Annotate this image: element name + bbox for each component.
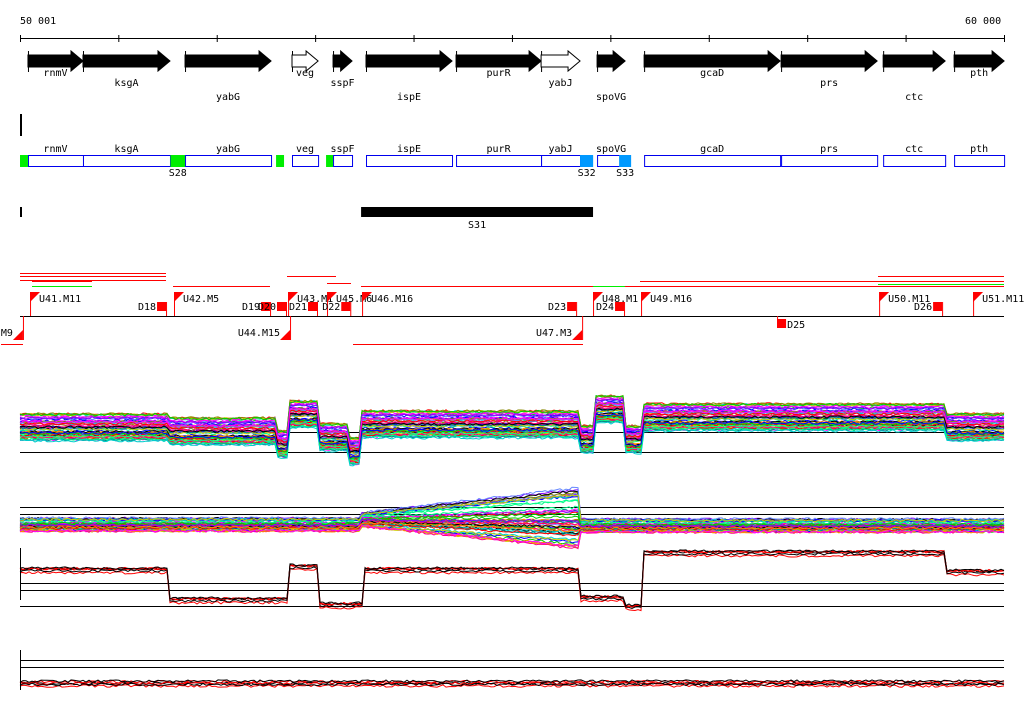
gene-label: rnmV	[43, 68, 67, 79]
gene-arrow-yabJ	[540, 49, 581, 73]
break-label: D25	[787, 320, 805, 331]
gene-box-sspF	[333, 155, 354, 167]
signal-label: S32	[578, 168, 596, 179]
signal-label: S33	[616, 168, 634, 179]
break-label: D24	[596, 302, 614, 313]
gene-box-label: purR	[487, 144, 512, 155]
gene-label: purR	[487, 68, 512, 79]
break-marker	[277, 302, 287, 311]
gene-arrow-track: rnmV ksgA yabG veg sspF ispE purR yabJ spoVG gcaD…	[27, 49, 1005, 103]
gene-arrow-spoVG	[596, 49, 626, 73]
gene-box-prs	[781, 155, 879, 167]
down-flag-label: U47.M3	[536, 328, 572, 339]
gene-arrow-prs	[780, 49, 878, 73]
break-label: D23	[548, 302, 566, 313]
gene-arrow-ksgA	[82, 49, 171, 73]
genome-browser-view[interactable]: 50 001 60 000 rnmV ksgA yabG veg sspF ispE pur…	[0, 0, 1024, 714]
up-flag-label: U51.M11	[982, 294, 1024, 305]
segment-marker	[20, 207, 22, 217]
down-flag-label: U44.M15	[238, 328, 280, 339]
gene-box-veg	[292, 155, 320, 167]
signal-box	[276, 155, 285, 167]
profile-line	[19, 552, 1005, 610]
up-flag-label: U41.M11	[39, 294, 81, 305]
segment-label: S31	[468, 220, 486, 231]
signal-box	[580, 155, 594, 167]
ruler-start-label: 50 001	[20, 16, 56, 27]
break-label: D18	[138, 302, 156, 313]
gene-box-ispE	[366, 155, 454, 167]
expression-profile-plots	[19, 394, 1005, 690]
gene-box-label: gcaD	[700, 144, 724, 155]
down-flag-icon	[280, 330, 291, 340]
gene-box-label: ctc	[905, 144, 923, 155]
gene-box-label: spoVG	[596, 144, 626, 155]
gene-label: yabJ	[549, 78, 573, 89]
break-marker	[933, 302, 943, 311]
gene-label: pth	[970, 68, 988, 79]
gene-box-rnmV	[27, 155, 84, 167]
gene-label: ispE	[397, 92, 421, 103]
gene-box-label: ksgA	[114, 144, 138, 155]
gene-box-label: yabG	[216, 144, 240, 155]
gene-box-track: rnmV ksgA yabG veg sspF ispE purR yabJ spoVG gcaD…	[20, 144, 1006, 179]
gene-label: yabG	[216, 92, 240, 103]
segment-bar	[361, 207, 594, 217]
position-ruler: 50 001 60 000	[20, 16, 1005, 42]
up-flag-label: U42.M5	[183, 294, 219, 305]
signal-box	[20, 155, 28, 167]
down-flag-icon	[12, 330, 23, 340]
break-marker	[615, 302, 625, 311]
signal-box	[170, 155, 186, 167]
signal-box	[326, 155, 334, 167]
down-flag-icon	[572, 330, 583, 340]
gene-box-pth	[954, 155, 1006, 167]
gene-box-purR	[456, 155, 543, 167]
gene-label: ksgA	[114, 78, 138, 89]
gene-label: gcaD	[700, 68, 724, 79]
gene-box-label: prs	[820, 144, 838, 155]
track-marker	[20, 114, 22, 136]
gene-label: sspF	[330, 78, 354, 89]
gene-box-ctc	[883, 155, 947, 167]
gene-label: veg	[296, 68, 314, 79]
break-marker	[777, 319, 787, 328]
gene-box-label: ispE	[397, 144, 421, 155]
feature-flag-track: U41.M11 U42.M5 U43.M1 U45.M6U46.M16 U48.M1 U4…	[1, 273, 1024, 345]
down-flag-label: M9	[1, 328, 13, 339]
segment-track: S31	[20, 207, 594, 231]
gene-box-gcaD	[644, 155, 782, 167]
gene-box-ksgA	[82, 155, 171, 167]
gene-arrow-yabG	[184, 49, 272, 73]
gene-arrow-ispE	[365, 49, 453, 73]
profile-line	[19, 553, 1005, 612]
break-label: D22	[322, 302, 340, 313]
gene-box-yabG	[185, 155, 273, 167]
break-marker	[157, 302, 167, 311]
gene-label: ctc	[905, 92, 923, 103]
gene-box-label: pth	[970, 144, 988, 155]
break-label: D26	[914, 302, 932, 313]
gene-label: prs	[820, 78, 838, 89]
gene-arrow-sspF	[332, 49, 353, 73]
signal-box	[619, 155, 632, 167]
up-flag-label: U49.M16	[650, 294, 692, 305]
gene-label: spoVG	[596, 92, 626, 103]
profile-line	[19, 549, 1005, 607]
break-label: D20	[258, 302, 276, 313]
signal-label: S28	[169, 168, 187, 179]
break-label: D21	[289, 302, 307, 313]
gene-box-label: sspF	[330, 144, 354, 155]
gene-box-label: yabJ	[549, 144, 573, 155]
gene-arrow-ctc	[882, 49, 946, 73]
up-flag-label: U46.M16	[371, 294, 413, 305]
gene-box-label: veg	[296, 144, 314, 155]
break-marker	[308, 302, 318, 311]
gene-box-label: rnmV	[43, 144, 67, 155]
gene-box-yabJ	[541, 155, 582, 167]
break-marker	[341, 302, 351, 311]
ruler-end-label: 60 000	[965, 16, 1001, 27]
break-marker	[567, 302, 577, 311]
